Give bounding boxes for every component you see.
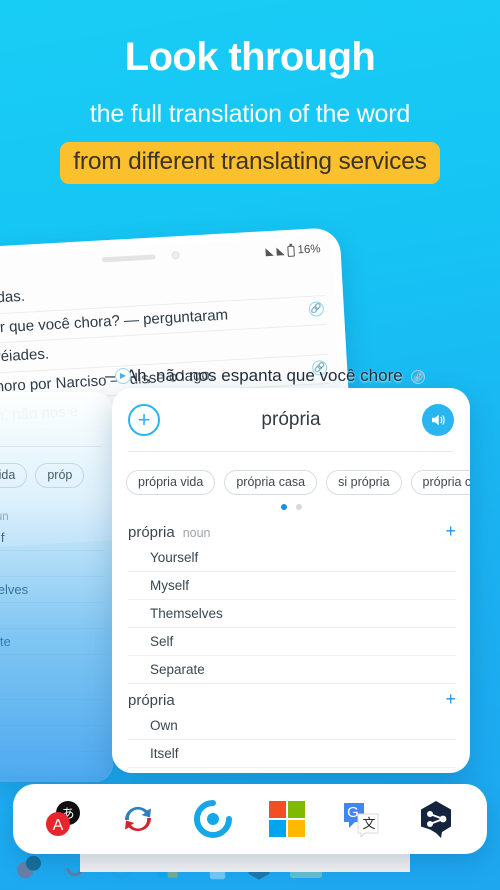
sense-heading: própria noun +: [128, 522, 456, 541]
promt-translate-icon: [125, 806, 152, 832]
service-microsoft-translator-button[interactable]: [266, 798, 308, 840]
status-indicators: 16%: [265, 243, 321, 258]
list-item[interactable]: Itself: [128, 740, 456, 768]
sense-heading: própria: [0, 657, 103, 672]
svg-text:A: A: [53, 817, 64, 834]
add-sense-button[interactable]: +: [445, 690, 456, 708]
list-item[interactable]: Themselves: [128, 600, 456, 628]
attach-icon[interactable]: 🔗: [411, 370, 426, 384]
phrase-chip[interactable]: própria vida: [0, 463, 28, 488]
front-camera-icon: [171, 251, 180, 260]
overlay-sentence: ▶ — Ah, não nos espanta que você chore 🔗: [105, 366, 500, 386]
attach-icon[interactable]: 🔗: [308, 300, 325, 317]
service-systran-button[interactable]: [415, 798, 457, 840]
sense-heading: próprianoun: [0, 508, 103, 523]
list-item[interactable]: Herself: [0, 726, 103, 752]
battery-icon: [287, 245, 295, 257]
translation-card: + própria própria vida própria casa si p…: [112, 388, 470, 773]
yandex-translate-icon: あ A: [46, 801, 81, 836]
service-google-translate-button[interactable]: G 文: [340, 798, 382, 840]
sense-word: própria: [128, 524, 175, 541]
list-item[interactable]: Myself: [128, 572, 456, 600]
yandex-translate-icon: [17, 855, 41, 879]
secondary-card-header: +: [0, 392, 113, 446]
highlight-badge: from different translating services: [60, 142, 440, 184]
speaker-icon[interactable]: [422, 403, 454, 436]
svg-text:文: 文: [363, 816, 376, 831]
battery-percent: 16%: [297, 243, 321, 257]
list-item[interactable]: One's: [0, 778, 103, 782]
service-promt-button[interactable]: [117, 798, 159, 840]
add-sense-button[interactable]: +: [445, 522, 456, 540]
list-item[interactable]: Themselves: [0, 577, 103, 603]
list-item[interactable]: Separate: [128, 656, 456, 684]
google-translate-icon: G 文: [344, 803, 379, 839]
add-to-dictionary-button[interactable]: +: [128, 403, 160, 436]
sense-heading: própria +: [128, 690, 456, 709]
sense-pos: noun: [182, 526, 211, 540]
service-deepl-button[interactable]: [192, 798, 234, 840]
list-item[interactable]: Myself: [0, 551, 103, 577]
service-yandex-translate-button[interactable]: あ A: [43, 798, 85, 840]
sense-pos: noun: [0, 511, 9, 523]
phrase-chip[interactable]: própria c: [410, 470, 470, 495]
phrase-chip[interactable]: próp: [35, 463, 85, 488]
signal-bars-2-icon: [276, 247, 285, 256]
list-item[interactable]: Self: [0, 603, 103, 629]
list-item[interactable]: Herself: [128, 768, 456, 773]
sense-block: própria noun + Yourself Myself Themselve…: [112, 514, 470, 773]
services-bar: あ A G 文: [13, 784, 487, 854]
pager-dots: [112, 495, 470, 514]
deepl-icon: [193, 800, 232, 838]
phrase-chips-row[interactable]: própria vida própria casa si própria pró…: [112, 452, 470, 495]
list-item[interactable]: Own: [128, 712, 456, 740]
list-item[interactable]: Own: [0, 674, 103, 700]
earpiece-speaker-icon: [101, 253, 156, 262]
microsoft-translator-icon: [269, 801, 306, 837]
list-item[interactable]: Itself: [0, 700, 103, 726]
page-title: Look through: [124, 35, 376, 79]
list-item[interactable]: Yourself: [0, 525, 103, 551]
page-subtitle: the full translation of the word: [89, 100, 411, 128]
play-icon[interactable]: ▶: [115, 368, 131, 384]
phrase-chip[interactable]: si própria: [326, 470, 402, 495]
card-word: própria: [261, 408, 321, 430]
pager-dot[interactable]: [295, 504, 302, 510]
signal-bars-icon: [265, 247, 274, 257]
sense-word: própria: [128, 692, 175, 709]
secondary-sense-list: próprianoun Yourself Myself Themselves S…: [0, 494, 113, 782]
secondary-translation-card: + própria vida próp próprianoun Yourself…: [0, 392, 113, 782]
headline-block: Look through the full translation of the…: [0, 36, 500, 184]
secondary-chips-row: própria vida próp: [0, 447, 113, 494]
list-item[interactable]: Self: [128, 628, 456, 656]
card-header: + própria: [112, 388, 470, 451]
phone-notch: [101, 251, 180, 263]
systran-icon: [420, 801, 451, 838]
pager-dot-active[interactable]: [280, 504, 287, 510]
badge-wrapper: from different translating services: [0, 142, 500, 184]
list-item[interactable]: Proper: [0, 752, 103, 778]
svg-text:G: G: [348, 804, 360, 821]
phrase-chip[interactable]: própria vida: [126, 470, 216, 495]
overlay-sentence-text: — Ah, não nos espanta que você chore: [105, 366, 403, 385]
list-item[interactable]: Yourself: [128, 544, 456, 572]
phrase-chip[interactable]: própria casa: [224, 470, 318, 495]
list-item[interactable]: Separate: [0, 629, 103, 655]
